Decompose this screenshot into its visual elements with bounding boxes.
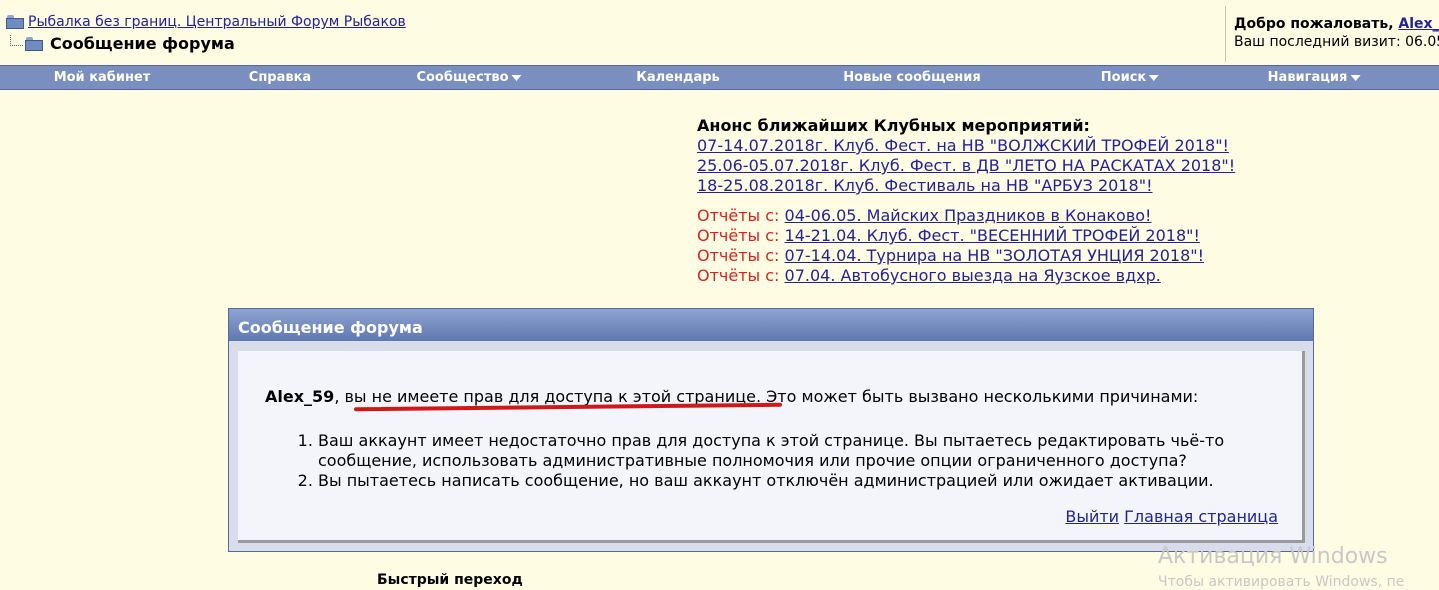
breadcrumb-forum: Рыбалка без границ. Центральный Форум Ры… (6, 14, 406, 30)
windows-activation-watermark: Активация Windows (1158, 544, 1388, 569)
breadcrumb-current: Сообщение форума (10, 34, 235, 53)
nav-calendar[interactable]: Календарь (636, 70, 720, 85)
nav-label: Новые сообщения (843, 70, 981, 85)
last-visit: Ваш последний визит: 06.05 (1234, 34, 1439, 50)
page-title: Сообщение форума (50, 34, 235, 53)
user-profile-link[interactable]: Alex_ (1398, 16, 1439, 32)
nav-search[interactable]: Поиск (1100, 70, 1160, 85)
message-body: Alex_59, вы не имеете прав для доступа к… (238, 351, 1305, 543)
welcome-label: Добро пожаловать, (1234, 16, 1399, 32)
nav-label: Мой кабинет (53, 70, 151, 85)
nav-label: Справка (248, 70, 312, 85)
tree-line-icon (10, 35, 23, 46)
announcements-heading: Анонс ближайших Клубных мероприятий: (697, 116, 1090, 135)
event-link[interactable]: 25.06-05.07.2018г. Клуб. Фест. в ДВ "ЛЕТ… (697, 156, 1235, 175)
quick-nav-label: Быстрый переход (377, 572, 523, 588)
nav-label: Календарь (636, 70, 720, 85)
welcome-panel: Добро пожаловать, Alex_ Ваш последний ви… (1225, 6, 1439, 62)
message-box-title: Сообщение форума (229, 309, 1313, 341)
nav-navigation[interactable]: Навигация (1268, 70, 1361, 85)
dropdown-arrow-icon (511, 74, 522, 81)
report-link[interactable]: 04-06.05. Майских Праздников в Конаково! (785, 206, 1152, 225)
logout-link[interactable]: Выйти (1065, 507, 1119, 526)
reason-item: Ваш аккаунт имеет недостаточно прав для … (318, 431, 1278, 471)
nav-new-posts[interactable]: Новые сообщения (843, 70, 980, 85)
navbar: Мой кабинет Справка Сообщество Календарь… (0, 65, 1439, 90)
username: Alex_59 (265, 387, 335, 406)
dropdown-arrow-icon (1350, 74, 1361, 81)
report-prefix: Отчёты с: (697, 206, 785, 225)
nav-label: Поиск (1100, 70, 1147, 85)
forum-home-link[interactable]: Рыбалка без границ. Центральный Форум Ры… (28, 14, 406, 30)
event-link[interactable]: 18-25.08.2018г. Клуб. Фестиваль на НВ "А… (697, 176, 1152, 195)
nav-community[interactable]: Сообщество (416, 70, 522, 85)
report-link[interactable]: 07-14.04. Турнира на НВ "ЗОЛОТАЯ УНЦИЯ 2… (785, 246, 1204, 265)
nav-my-cabinet[interactable]: Мой кабинет (54, 70, 151, 85)
folder-icon (6, 15, 24, 29)
report-prefix: Отчёты с: (697, 226, 785, 245)
reason-item: Вы пытаетесь написать сообщение, но ваш … (318, 471, 1278, 491)
nav-label: Навигация (1267, 70, 1348, 85)
report-prefix: Отчёты с: (697, 266, 785, 285)
message-actions: Выйти Главная страница (1065, 507, 1278, 526)
nav-help[interactable]: Справка (249, 70, 311, 85)
home-page-link[interactable]: Главная страница (1124, 507, 1278, 526)
report-link[interactable]: 14-21.04. Клуб. Фест. "ВЕСЕННИЙ ТРОФЕЙ 2… (785, 226, 1200, 245)
reasons-list: Ваш аккаунт имеет недостаточно прав для … (292, 431, 1278, 491)
event-link[interactable]: 07-14.07.2018г. Клуб. Фест. на НВ "ВОЛЖС… (697, 136, 1229, 155)
folder-open-icon (25, 36, 43, 51)
report-prefix: Отчёты с: (697, 246, 785, 265)
reasons-intro: Это может быть вызвано несколькими причи… (761, 387, 1199, 406)
page-header: Рыбалка без границ. Центральный Форум Ры… (0, 0, 1439, 64)
report-link[interactable]: 07.04. Автобусного выезда на Яузское вдх… (785, 266, 1161, 285)
forum-message-box: Сообщение форума Alex_59, вы не имеете п… (228, 308, 1314, 552)
announcements: Анонс ближайших Клубных мероприятий: 07-… (697, 116, 1235, 286)
dropdown-arrow-icon (1149, 74, 1160, 81)
nav-label: Сообщество (416, 70, 509, 85)
